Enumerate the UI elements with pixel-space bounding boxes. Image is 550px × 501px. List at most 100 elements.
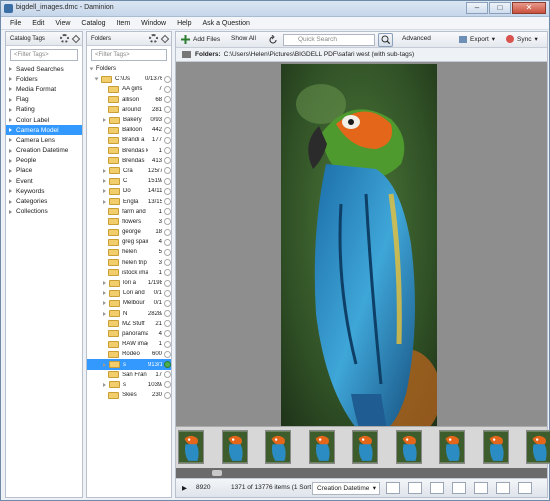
quick-search-input[interactable]: Quick Search — [283, 34, 375, 46]
folder-row[interactable]: C 1519/1547 — [87, 176, 171, 186]
maximize-button[interactable]: □ — [489, 2, 511, 14]
filmstrip-view-icon[interactable] — [496, 482, 510, 494]
chevron-down-icon[interactable] — [89, 67, 94, 71]
pin-icon[interactable] — [160, 34, 170, 43]
tag-item[interactable]: Collections — [6, 207, 82, 217]
advanced-button[interactable]: Advanced — [402, 35, 431, 42]
sort-by-select[interactable]: Creation Datetime ▾ — [312, 482, 380, 495]
folder-row[interactable]: helen trip 3 — [87, 258, 171, 268]
folder-row[interactable]: greg spain 4 — [87, 237, 171, 247]
filmstrip-thumbnail[interactable] — [265, 430, 291, 464]
folder-row[interactable]: Engla 13/15 — [87, 196, 171, 206]
folder-row[interactable]: Brendas 413 — [87, 156, 171, 166]
tag-item[interactable]: Saved Searches — [6, 64, 82, 74]
folder-row[interactable]: around 281 — [87, 105, 171, 115]
chevron-right-icon[interactable] — [9, 168, 12, 173]
chevron-right-icon[interactable] — [103, 168, 106, 173]
chevron-right-icon[interactable] — [103, 362, 106, 367]
folder-row[interactable]: N 2828/4377 — [87, 309, 171, 319]
tag-item[interactable]: Event — [6, 176, 82, 186]
folder-row[interactable]: Melbour 0/1 — [87, 298, 171, 308]
sync-button[interactable]: Sync ▾ — [506, 35, 538, 43]
filmstrip-thumbnail[interactable] — [178, 430, 204, 464]
folders-filter-input[interactable]: <Filter Tags> — [91, 49, 167, 61]
chevron-right-icon[interactable] — [9, 179, 12, 184]
folder-row[interactable]: Brendas ki 1 — [87, 146, 171, 156]
chevron-right-icon[interactable] — [103, 311, 106, 316]
chevron-right-icon[interactable] — [9, 107, 12, 112]
folder-row[interactable]: Balloon 442 — [87, 125, 171, 135]
menu-help[interactable]: Help — [177, 20, 191, 27]
chevron-right-icon[interactable] — [103, 118, 106, 123]
chevron-right-icon[interactable] — [9, 148, 12, 153]
tag-item[interactable]: Folders — [6, 74, 82, 84]
folder-row[interactable]: Skies 230 — [87, 390, 171, 400]
chevron-right-icon[interactable] — [9, 128, 12, 133]
refresh-icon[interactable] — [268, 35, 278, 45]
folder-row[interactable]: Brandi a 177 — [87, 135, 171, 145]
chevron-right-icon[interactable] — [9, 77, 12, 82]
tag-item[interactable]: Camera Model — [6, 125, 82, 136]
menu-file[interactable]: File — [10, 20, 21, 27]
play-icon[interactable]: ▶ — [182, 484, 187, 492]
filmstrip-thumbnail[interactable] — [308, 430, 335, 464]
tags-filter-input[interactable]: <Filter Tags> — [10, 49, 78, 61]
scrollbar-thumb[interactable] — [212, 470, 222, 476]
fullscreen-view-icon[interactable] — [518, 482, 532, 494]
folder-row[interactable]: Rodeo 600 — [87, 349, 171, 359]
close-button[interactable]: ✕ — [512, 2, 546, 14]
chevron-right-icon[interactable] — [103, 382, 106, 387]
pin-icon[interactable] — [71, 34, 81, 43]
chevron-right-icon[interactable] — [9, 97, 12, 102]
folder-row[interactable]: istock ima 1 — [87, 268, 171, 278]
chevron-right-icon[interactable] — [103, 301, 106, 306]
export-button[interactable]: Export ▾ — [459, 35, 495, 43]
list-view-icon[interactable] — [430, 482, 444, 494]
add-files-button[interactable]: Add Files — [181, 35, 220, 44]
filmstrip-thumbnail[interactable] — [221, 430, 248, 464]
grid-view-icon[interactable] — [408, 482, 422, 494]
tag-item[interactable]: Color Label — [6, 115, 82, 125]
folder-row[interactable]: lori a 1/198 — [87, 278, 171, 288]
chevron-right-icon[interactable] — [103, 291, 106, 296]
search-button[interactable] — [378, 33, 393, 47]
tag-item[interactable]: People — [6, 156, 82, 166]
chevron-right-icon[interactable] — [103, 199, 106, 204]
chevron-right-icon[interactable] — [9, 158, 12, 163]
tag-item[interactable]: Keywords — [6, 186, 82, 196]
folder-row[interactable]: San Fran 17 — [87, 370, 171, 380]
drive-row[interactable]: C:\Us 0/13766 — [87, 74, 171, 84]
folder-row[interactable]: Bakery 0/93 — [87, 115, 171, 125]
chevron-right-icon[interactable] — [9, 209, 12, 214]
folder-row[interactable]: AA girls 7 — [87, 84, 171, 94]
tag-item[interactable]: Flag — [6, 95, 82, 105]
filmstrip-thumbnail[interactable] — [482, 430, 509, 464]
tag-item[interactable]: Categories — [6, 196, 82, 206]
gear-icon[interactable] — [60, 34, 69, 43]
chevron-down-icon[interactable] — [94, 77, 99, 81]
filmstrip-thumbnail[interactable] — [352, 430, 378, 464]
folder-row[interactable]: s 913/1371 — [87, 359, 171, 370]
folder-row[interactable]: Do 14/1107 — [87, 186, 171, 196]
folder-row[interactable]: farm and 1 — [87, 207, 171, 217]
filmstrip-thumbnail[interactable] — [526, 430, 550, 464]
folder-row[interactable]: RAW imag 1 — [87, 339, 171, 349]
sort-direction-icon[interactable] — [386, 482, 400, 494]
chevron-right-icon[interactable] — [103, 281, 106, 286]
folder-row[interactable]: flowers 3 — [87, 217, 171, 227]
menu-ask-question[interactable]: Ask a Question — [202, 20, 249, 27]
menu-view[interactable]: View — [55, 20, 70, 27]
folder-row[interactable]: Lori and 0/1 — [87, 288, 171, 298]
folder-row[interactable]: Cra 125/780 — [87, 166, 171, 176]
tag-item[interactable]: Creation Datetime — [6, 146, 82, 156]
chevron-right-icon[interactable] — [9, 189, 12, 194]
tag-item[interactable]: Camera Lens — [6, 135, 82, 145]
single-view-icon[interactable] — [474, 482, 488, 494]
folder-row[interactable]: panorama 4 — [87, 329, 171, 339]
menu-item[interactable]: Item — [117, 20, 131, 27]
folder-row[interactable]: MZ Stuff 21 — [87, 319, 171, 329]
image-viewer[interactable] — [176, 62, 547, 456]
gear-icon[interactable] — [149, 34, 158, 43]
filmstrip-thumbnail[interactable] — [395, 430, 422, 464]
folder-row[interactable]: george 18 — [87, 227, 171, 237]
